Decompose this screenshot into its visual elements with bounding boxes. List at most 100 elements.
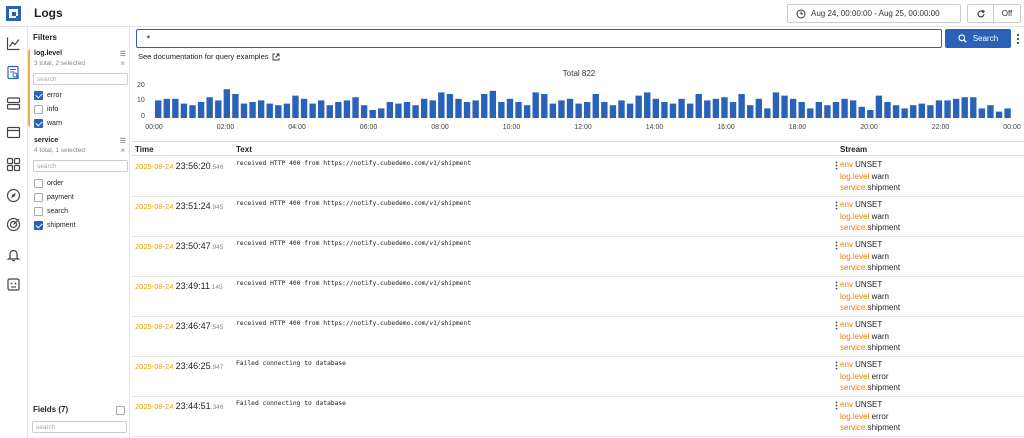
chart-bar[interactable] [875, 95, 883, 118]
chart-bar[interactable] [944, 100, 951, 118]
chart-bar[interactable] [566, 98, 574, 118]
chart-bar[interactable] [935, 100, 943, 118]
stream-label[interactable]: env UNSET [840, 359, 900, 371]
chart-bar[interactable] [678, 98, 685, 118]
row-menu-icon[interactable] [835, 201, 838, 210]
stream-label[interactable]: log.level warn [840, 251, 900, 263]
chart-bar[interactable] [515, 102, 522, 118]
card-icon[interactable] [6, 125, 21, 140]
dashboard-grid-icon[interactable] [6, 157, 21, 172]
chart-bar[interactable] [412, 105, 419, 118]
bell-icon[interactable] [6, 247, 21, 262]
stream-label[interactable]: log.level warn [840, 211, 900, 223]
table-row[interactable]: 2025-08-24 23:56:20.546 received HTTP 400… [131, 157, 1024, 197]
documentation-link[interactable]: See documentation for query examples [138, 52, 280, 61]
chart-bar[interactable] [747, 105, 754, 118]
chart-bar[interactable] [343, 100, 351, 118]
chart-bar[interactable] [626, 103, 634, 118]
chart-bar[interactable] [189, 105, 196, 118]
chart-bar[interactable] [163, 98, 170, 118]
row-menu-icon[interactable] [835, 321, 838, 330]
chart-bar[interactable] [438, 92, 445, 118]
chart-bar[interactable] [455, 98, 462, 118]
filter-option-search[interactable]: search [34, 206, 68, 217]
stream-label[interactable]: service shipment [840, 382, 900, 394]
chart-bar[interactable] [498, 102, 505, 118]
chart-bar[interactable] [635, 95, 642, 118]
checkbox-icon[interactable] [34, 193, 43, 202]
table-row[interactable]: 2025-08-24 23:51:24.945 received HTTP 400… [131, 197, 1024, 237]
chart-bar[interactable] [386, 102, 394, 118]
chart-bar[interactable] [858, 106, 865, 118]
chart-bar[interactable] [695, 94, 702, 118]
chart-bar[interactable] [764, 108, 771, 118]
chart-bar[interactable] [180, 103, 188, 118]
query-input[interactable]: * [136, 29, 942, 48]
checkbox-icon[interactable] [34, 179, 43, 188]
chart-bar[interactable] [824, 105, 831, 118]
chart-bar[interactable] [970, 97, 977, 118]
chart-bar[interactable] [961, 97, 968, 118]
filter-option-payment[interactable]: payment [34, 192, 74, 203]
chart-bar[interactable] [360, 105, 368, 118]
chart-bar[interactable] [378, 108, 385, 118]
chart-bar[interactable] [601, 102, 608, 118]
filter-option-warn[interactable]: warn [34, 118, 62, 129]
fields-search-input[interactable]: search [32, 421, 127, 433]
chart-bar[interactable] [618, 100, 625, 118]
chart-bar[interactable] [832, 102, 840, 118]
stream-label[interactable]: env UNSET [840, 159, 900, 171]
stream-label[interactable]: env UNSET [840, 279, 900, 291]
chart-bar[interactable] [644, 92, 651, 118]
stream-label[interactable]: env UNSET [840, 239, 900, 251]
chart-bar[interactable] [420, 98, 428, 118]
filter-option-order[interactable]: order [34, 178, 63, 189]
table-row[interactable]: 2025-08-24 23:46:47.545 received HTTP 400… [131, 317, 1024, 357]
chart-bar[interactable] [781, 95, 788, 118]
chart-bar[interactable] [172, 98, 179, 118]
column-header-stream[interactable]: Stream [840, 145, 867, 154]
chart-bar[interactable] [704, 100, 711, 118]
table-row[interactable]: 2025-08-24 23:44:51.346 Failed connecting… [131, 397, 1024, 437]
filter-menu-icon[interactable]: ☰ [120, 50, 126, 58]
stream-label[interactable]: service shipment [840, 262, 900, 274]
chart-bar[interactable] [249, 102, 256, 118]
auto-refresh-toggle[interactable]: Off [993, 4, 1021, 23]
chart-bar[interactable] [352, 97, 359, 118]
stream-label[interactable]: log.level warn [840, 291, 900, 303]
row-menu-icon[interactable] [835, 161, 838, 170]
chart-bar[interactable] [300, 98, 308, 118]
chart-bar[interactable] [712, 98, 720, 118]
chart-bar[interactable] [155, 100, 162, 118]
date-range-button[interactable]: Aug 24, 00:00:00 - Aug 25, 00:00:00 [787, 4, 961, 23]
chart-bar[interactable] [266, 103, 273, 118]
filter-search-input[interactable]: search [33, 160, 128, 172]
fields-select-all-checkbox[interactable] [116, 406, 125, 415]
chart-bar[interactable] [910, 105, 917, 118]
row-menu-icon[interactable] [835, 241, 838, 250]
chart-bar[interactable] [772, 92, 780, 118]
chart-bar[interactable] [755, 98, 762, 118]
chart-bar[interactable] [481, 94, 488, 118]
chart-bar[interactable] [798, 102, 805, 118]
chart-bar[interactable] [927, 105, 934, 118]
chart-bar[interactable] [197, 102, 205, 118]
chart-bar[interactable] [395, 103, 402, 118]
chart-bar[interactable] [892, 105, 900, 118]
stream-label[interactable]: service shipment [840, 302, 900, 314]
chart-bar[interactable] [592, 94, 599, 118]
row-menu-icon[interactable] [835, 361, 838, 370]
chart-bar[interactable] [403, 102, 411, 118]
filter-option-info[interactable]: info [34, 104, 58, 115]
compass-icon[interactable] [6, 188, 21, 203]
chart-bar[interactable] [686, 103, 694, 118]
chart-bar[interactable] [326, 105, 333, 118]
chart-bar[interactable] [232, 94, 239, 118]
storage-icon[interactable] [6, 96, 21, 111]
cube-logo-icon[interactable] [4, 4, 23, 23]
chart-bar[interactable] [721, 97, 728, 118]
checkbox-icon[interactable] [34, 221, 43, 230]
chart-bar[interactable] [318, 100, 325, 118]
chart-bar[interactable] [918, 103, 925, 118]
checkbox-icon[interactable] [34, 119, 43, 128]
